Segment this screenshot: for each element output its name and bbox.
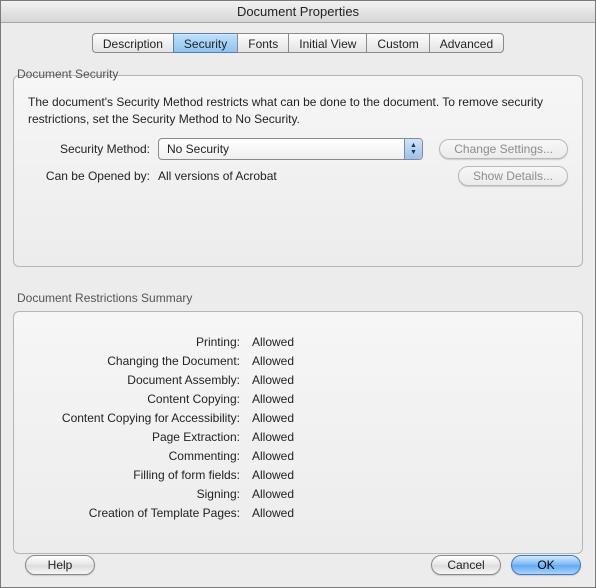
opened-by-value: All versions of Acrobat [158, 169, 428, 183]
restriction-row: Document Assembly:Allowed [28, 373, 568, 387]
restriction-row: Content Copying:Allowed [28, 392, 568, 406]
restriction-value: Allowed [248, 354, 294, 368]
document-properties-window: Document Properties Description Security… [0, 0, 596, 588]
restriction-row: Page Extraction:Allowed [28, 430, 568, 444]
content-area: Document Security The document's Securit… [13, 53, 583, 555]
security-method-dropdown[interactable]: No Security ▲▼ [158, 138, 423, 160]
tab-initial-view[interactable]: Initial View [288, 33, 366, 53]
cancel-button[interactable]: Cancel [431, 555, 501, 575]
restriction-label: Signing: [28, 487, 248, 501]
security-method-label: Security Method: [28, 142, 158, 156]
show-details-button[interactable]: Show Details... [458, 166, 568, 186]
dialog-footer: Help Cancel OK [1, 555, 595, 587]
tab-fonts[interactable]: Fonts [237, 33, 288, 53]
opened-by-label: Can be Opened by: [28, 169, 158, 183]
change-settings-button[interactable]: Change Settings... [439, 139, 568, 159]
restriction-value: Allowed [248, 392, 294, 406]
restrictions-group: Printing:AllowedChanging the Document:Al… [13, 311, 583, 554]
restriction-label: Page Extraction: [28, 430, 248, 444]
restriction-label: Changing the Document: [28, 354, 248, 368]
tab-description[interactable]: Description [92, 33, 173, 53]
restriction-row: Commenting:Allowed [28, 449, 568, 463]
document-security-group: The document's Security Method restricts… [13, 75, 583, 267]
restriction-label: Content Copying: [28, 392, 248, 406]
restriction-label: Content Copying for Accessibility: [28, 411, 248, 425]
tab-strip: Description Security Fonts Initial View … [1, 33, 595, 53]
window-title: Document Properties [1, 1, 595, 23]
restrictions-summary-label: Document Restrictions Summary [17, 291, 579, 305]
restriction-value: Allowed [248, 506, 294, 520]
restriction-value: Allowed [248, 430, 294, 444]
restriction-row: Signing:Allowed [28, 487, 568, 501]
tab-custom[interactable]: Custom [366, 33, 428, 53]
restriction-row: Creation of Template Pages:Allowed [28, 506, 568, 520]
restriction-label: Document Assembly: [28, 373, 248, 387]
tab-advanced[interactable]: Advanced [429, 33, 504, 53]
restriction-row: Changing the Document:Allowed [28, 354, 568, 368]
restriction-label: Printing: [28, 335, 248, 349]
restriction-label: Filling of form fields: [28, 468, 248, 482]
restriction-value: Allowed [248, 468, 294, 482]
restriction-value: Allowed [248, 487, 294, 501]
restriction-value: Allowed [248, 411, 294, 425]
restriction-value: Allowed [248, 449, 294, 463]
restriction-value: Allowed [248, 373, 294, 387]
tab-security[interactable]: Security [173, 33, 237, 53]
security-description-text: The document's Security Method restricts… [28, 94, 568, 128]
restriction-row: Filling of form fields:Allowed [28, 468, 568, 482]
help-button[interactable]: Help [25, 555, 95, 575]
restriction-label: Creation of Template Pages: [28, 506, 248, 520]
security-method-value: No Security [167, 142, 229, 156]
ok-button[interactable]: OK [511, 555, 581, 575]
restriction-value: Allowed [248, 335, 294, 349]
restriction-label: Commenting: [28, 449, 248, 463]
restriction-row: Content Copying for Accessibility:Allowe… [28, 411, 568, 425]
dropdown-arrows-icon: ▲▼ [404, 139, 422, 159]
restriction-row: Printing:Allowed [28, 335, 568, 349]
